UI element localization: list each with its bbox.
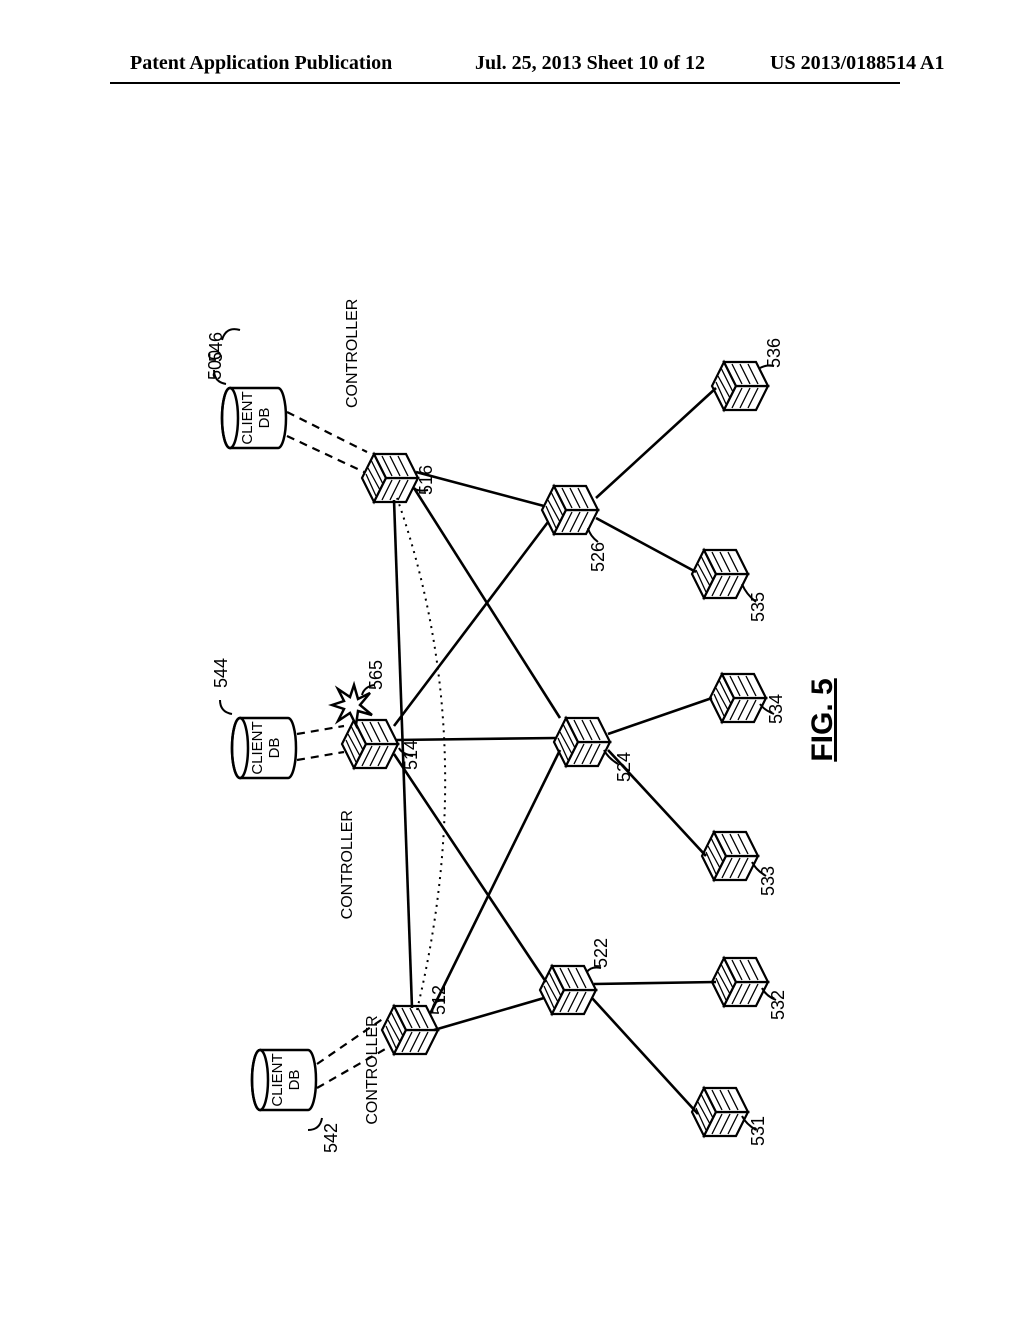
controller-label: CONTROLLER <box>339 810 356 919</box>
leaf-ref-533: 533 <box>758 866 778 896</box>
db-top-label: CLIENT <box>269 1053 286 1106</box>
db-top-label: CLIENT <box>239 391 256 444</box>
figure-title: FIG. 5 <box>806 678 839 761</box>
db-cylinder-544: CLIENT DB 544 <box>211 658 296 778</box>
db-cylinder-546: CLIENT DB 546 <box>206 332 286 448</box>
mid-node-522: 522 <box>540 938 611 1014</box>
leaf-ref-534: 534 <box>766 694 786 724</box>
db-top-label: CLIENT <box>249 721 266 774</box>
db-ref-544: 544 <box>211 658 231 688</box>
failure-ref: 565 <box>366 660 386 690</box>
mid-ref-522: 522 <box>591 938 611 968</box>
controller-node-512: CONTROLLER 512 <box>364 985 449 1125</box>
leaf-node-534: 534 <box>710 674 786 724</box>
db-bottom-label: DB <box>256 408 273 429</box>
mid-node-526: 526 <box>542 486 608 572</box>
controller-label: CONTROLLER <box>344 299 361 408</box>
leaf-node-536: 536 <box>712 338 784 410</box>
leaf-node-533: 533 <box>702 832 778 896</box>
leaf-ref-532: 532 <box>768 990 788 1020</box>
controller-label: CONTROLLER <box>364 1015 381 1124</box>
leaf-node-531: 531 <box>692 1088 768 1146</box>
controller-node-516: CONTROLLER 516 <box>344 299 436 502</box>
db-cylinder-542: CLIENT DB 542 <box>252 1050 341 1153</box>
leaf-ref-536: 536 <box>764 338 784 368</box>
mid-ref-526: 526 <box>588 542 608 572</box>
mid-leaf-links <box>592 388 716 1114</box>
db-ref-542: 542 <box>321 1123 341 1153</box>
leaf-ref-531: 531 <box>748 1116 768 1146</box>
db-ref-546: 546 <box>206 332 226 362</box>
leaf-node-532: 532 <box>712 958 788 1020</box>
mid-node-524: 524 <box>554 718 634 782</box>
diagram-svg: 500 CLIENT DB 542 CLIENT DB 544 CLI <box>0 0 1024 1320</box>
db-bottom-label: DB <box>266 738 283 759</box>
failure-icon: 565 <box>332 660 386 725</box>
leaf-node-535: 535 <box>692 550 768 622</box>
db-bottom-label: DB <box>286 1070 303 1091</box>
